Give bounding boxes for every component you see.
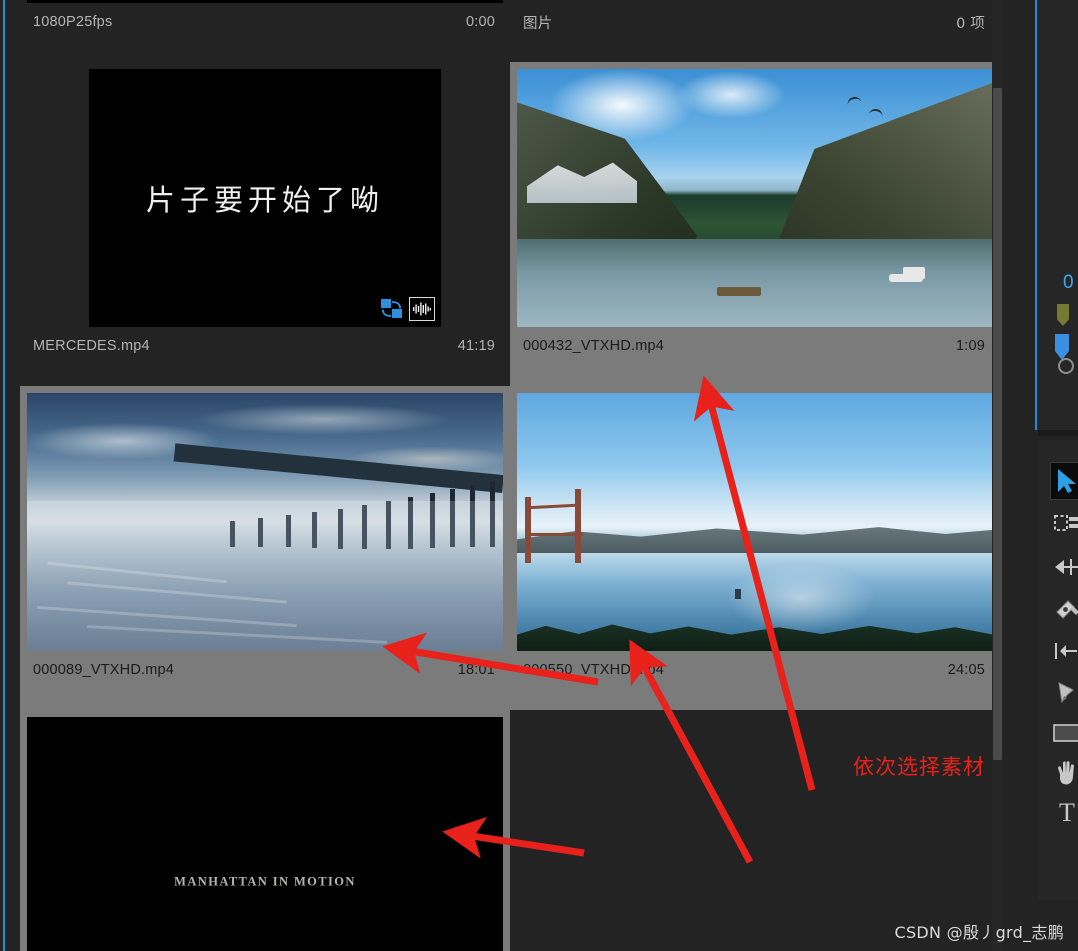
rectangle-tool[interactable] bbox=[1052, 718, 1078, 748]
item-label: 000550_VTXHD.mp4 bbox=[523, 662, 665, 678]
thumbnail-bin[interactable] bbox=[517, 0, 993, 3]
timeline-active-indicator bbox=[1035, 0, 1037, 430]
pen-tool[interactable] bbox=[1052, 678, 1078, 708]
item-duration: 18:01 bbox=[457, 662, 495, 678]
project-item-sequence[interactable]: 1080P25fps 0:00 bbox=[20, 0, 510, 62]
project-item-photos-bin[interactable]: 图片 0 项 bbox=[510, 0, 1000, 62]
slip-tool[interactable] bbox=[1052, 636, 1078, 666]
project-scrollbar-track[interactable] bbox=[992, 0, 1003, 951]
thumbnail-badges bbox=[379, 297, 435, 321]
razor-tool[interactable] bbox=[1052, 594, 1078, 624]
thumbnail-title-text: MANHATTAN IN MOTION bbox=[174, 874, 356, 889]
thumbnail-manhattan[interactable]: MANHATTAN IN MOTION bbox=[27, 717, 503, 951]
thumbnail-000550[interactable] bbox=[517, 393, 993, 651]
item-meta-row: 图片 0 项 bbox=[517, 3, 993, 41]
project-panel[interactable]: 1080P25fps 0:00 图片 0 项 片子要开始了呦 MERCEDES.… bbox=[5, 0, 1003, 951]
item-label: 图片 bbox=[523, 15, 553, 32]
type-tool[interactable]: T bbox=[1052, 798, 1078, 828]
thumbnail-image bbox=[517, 69, 993, 327]
annotation-label: 依次选择素材 bbox=[853, 755, 985, 779]
thumbnail-000089[interactable] bbox=[27, 393, 503, 651]
item-duration: 0 项 bbox=[956, 15, 985, 32]
app-root: 1080P25fps 0:00 图片 0 项 片子要开始了呦 MERCEDES.… bbox=[0, 0, 1078, 951]
thumbnail-mercedes[interactable]: 片子要开始了呦 bbox=[89, 69, 441, 327]
type-tool-glyph: T bbox=[1059, 798, 1075, 827]
item-meta-row: MERCEDES.mp4 41:19 bbox=[27, 327, 503, 365]
selection-tool[interactable] bbox=[1050, 462, 1078, 500]
project-item-manhattan[interactable]: MANHATTAN IN MOTION bbox=[20, 710, 510, 951]
audio-waveform-icon bbox=[409, 297, 435, 321]
ripple-edit-tool[interactable] bbox=[1052, 552, 1078, 582]
timeline-track-number: 0 bbox=[1063, 272, 1074, 293]
item-label: 000089_VTXHD.mp4 bbox=[33, 662, 175, 678]
project-item-000550[interactable]: 000550_VTXHD.mp4 24:05 bbox=[510, 386, 1000, 710]
project-item-000089[interactable]: 000089_VTXHD.mp4 18:01 bbox=[20, 386, 510, 710]
thumbnail-000432[interactable] bbox=[517, 69, 993, 327]
thumbnail-image bbox=[27, 393, 503, 651]
project-item-mercedes[interactable]: 片子要开始了呦 MERCEDES.mp4 41:19 bbox=[20, 62, 510, 386]
watermark: CSDN @殷丿grd_志鹏 bbox=[894, 923, 1064, 942]
item-duration: 24:05 bbox=[947, 662, 985, 678]
project-item-000432[interactable]: 000432_VTXHD.mp4 1:09 bbox=[510, 62, 1000, 386]
item-label: 000432_VTXHD.mp4 bbox=[523, 338, 665, 354]
item-meta-row: 000089_VTXHD.mp4 18:01 bbox=[27, 651, 503, 689]
thumbnail-image bbox=[517, 393, 993, 651]
item-meta-row: 1080P25fps 0:00 bbox=[27, 3, 503, 41]
marker-circle-icon[interactable] bbox=[1058, 358, 1074, 374]
hand-tool[interactable] bbox=[1052, 758, 1078, 788]
thumbnail-title-text: 片子要开始了呦 bbox=[145, 183, 384, 217]
linked-clip-icon bbox=[379, 297, 405, 321]
item-label: MERCEDES.mp4 bbox=[33, 338, 150, 354]
project-scrollbar-thumb[interactable] bbox=[993, 88, 1002, 760]
item-duration: 41:19 bbox=[457, 338, 495, 354]
track-select-forward-tool[interactable] bbox=[1052, 508, 1078, 538]
item-meta-row: 000432_VTXHD.mp4 1:09 bbox=[517, 327, 993, 365]
item-meta-row: 000550_VTXHD.mp4 24:05 bbox=[517, 651, 993, 689]
item-duration: 0:00 bbox=[465, 14, 495, 30]
item-label: 1080P25fps bbox=[33, 14, 113, 30]
panel-divider bbox=[1038, 430, 1078, 436]
item-duration: 1:09 bbox=[955, 338, 985, 354]
thumbnail-sequence[interactable] bbox=[27, 0, 503, 3]
